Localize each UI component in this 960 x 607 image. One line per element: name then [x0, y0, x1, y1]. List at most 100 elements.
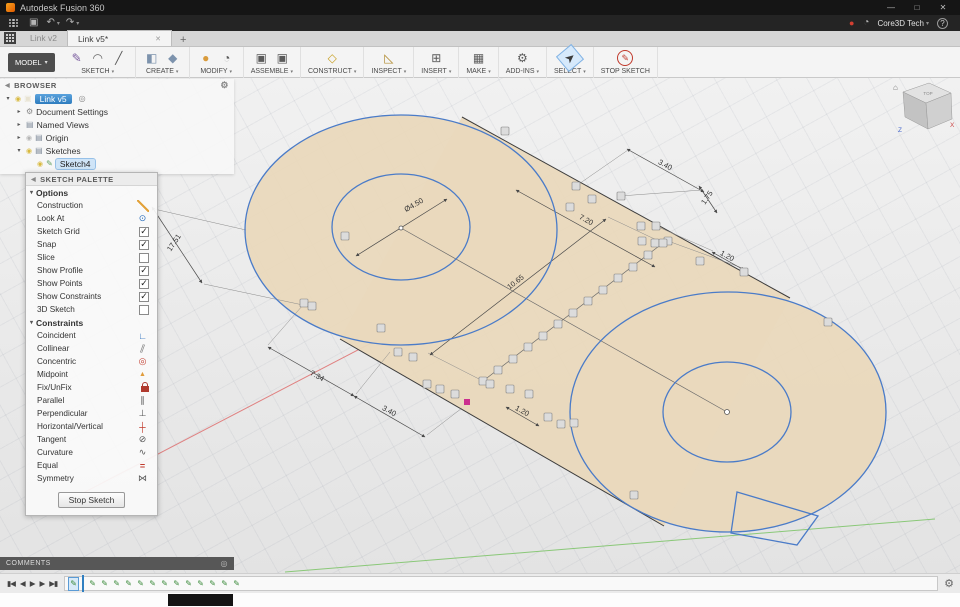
timeline-track[interactable]: ✎✎✎✎✎✎✎✎✎✎✎✎✎✎	[64, 576, 938, 591]
comments-bar[interactable]: COMMENTS ◎	[0, 557, 234, 570]
constraint-glyph[interactable]	[630, 491, 638, 499]
palette-row-concentric[interactable]: Concentric◎	[26, 355, 157, 368]
arc-icon[interactable]: ◠	[89, 49, 107, 67]
timeline-marker[interactable]: ✎	[232, 578, 241, 590]
browser-item-label[interactable]: Sketch4	[56, 159, 95, 169]
palette-collapse-icon[interactable]: ◀	[31, 176, 36, 183]
browser-item-link-v5[interactable]: ▾◉▣Link v5◎	[0, 92, 234, 105]
account-menu[interactable]: Core3D Tech	[877, 19, 924, 28]
timeline-marker[interactable]: ✎	[69, 578, 78, 590]
palette-row-midpoint[interactable]: Midpoint▲	[26, 368, 157, 381]
browser-item-sketches[interactable]: ▾◉▤Sketches	[0, 144, 234, 157]
job-status-icon[interactable]: ●	[849, 18, 854, 28]
component-icon[interactable]: ▣	[252, 49, 270, 67]
constraint-glyph[interactable]	[824, 318, 832, 326]
measure-icon[interactable]: ◺	[380, 49, 398, 67]
constraint-glyph[interactable]	[506, 385, 514, 393]
constraint-glyph[interactable]	[525, 390, 533, 398]
timeline-step-fwd-button[interactable]: ▶	[39, 579, 44, 588]
toolbar-group-inspect[interactable]: ◺INSPECT▾	[364, 47, 414, 78]
undo-caret-icon[interactable]: ▾	[57, 20, 60, 27]
sketch-icon[interactable]: ✎	[68, 49, 86, 67]
new-document-tab-button[interactable]: +	[172, 34, 194, 46]
timeline-marker[interactable]: ✎	[172, 578, 181, 590]
toolbar-group-stop-sketch[interactable]: ✎STOP SKETCH	[594, 47, 658, 78]
browser-item-label[interactable]: Origin	[46, 133, 69, 143]
timeline-marker[interactable]: ✎	[184, 578, 193, 590]
joint-icon[interactable]: ▣	[273, 49, 291, 67]
dimension-label[interactable]: 1.75	[699, 189, 715, 206]
toolbar-group-assemble[interactable]: ▣▣ASSEMBLE▾	[244, 47, 301, 78]
constraint-glyph[interactable]	[436, 385, 444, 393]
close-button[interactable]: ✕	[930, 0, 956, 15]
line2-icon[interactable]: ╱	[110, 49, 128, 67]
toolbar-group-modify[interactable]: ●◔MODIFY▾	[190, 47, 244, 78]
toolbar-group-select[interactable]: ➤SELECT▾	[547, 47, 594, 78]
palette-row-show-profile[interactable]: Show Profile	[26, 264, 157, 277]
constraint-glyph[interactable]	[300, 299, 308, 307]
concentric-icon[interactable]: ◎	[136, 356, 149, 367]
horizvert-icon[interactable]: ┼	[136, 422, 149, 432]
sketch-origin-point[interactable]	[464, 399, 470, 405]
palette-row-slice[interactable]: Slice	[26, 251, 157, 264]
save-button[interactable]: ▣	[29, 18, 38, 28]
constraint-glyph[interactable]	[638, 237, 646, 245]
timeline-marker[interactable]: ✎	[136, 578, 145, 590]
make-icon[interactable]: ▦	[470, 49, 488, 67]
constraint-glyph[interactable]	[544, 413, 552, 421]
redo-button[interactable]: ↷	[66, 18, 74, 28]
palette-row-symmetry[interactable]: Symmetry⋈	[26, 472, 157, 485]
palette-row-3d-sketch[interactable]: 3D Sketch	[26, 303, 157, 316]
comments-expand-icon[interactable]: ◎	[221, 559, 228, 568]
constraint-glyph[interactable]	[409, 353, 417, 361]
constraint-glyph[interactable]	[617, 192, 625, 200]
palette-row-curvature[interactable]: Curvature∿	[26, 446, 157, 459]
shell-icon[interactable]: ◔	[218, 49, 236, 67]
browser-item-document-settings[interactable]: ▸⚙Document Settings	[0, 105, 234, 118]
timeline-marker[interactable]: ✎	[88, 578, 97, 590]
visibility-bulb-icon[interactable]: ◉	[15, 95, 21, 103]
palette-row-parallel[interactable]: Parallel∥	[26, 394, 157, 407]
browser-item-label[interactable]: Document Settings	[36, 107, 108, 117]
tab-close-icon[interactable]: ✕	[145, 35, 161, 43]
constraint-glyph[interactable]	[569, 309, 577, 317]
constraint-glyph[interactable]	[377, 324, 385, 332]
help-button[interactable]: ?	[937, 18, 948, 29]
constraint-glyph[interactable]	[308, 302, 316, 310]
checkbox-show-points[interactable]	[139, 279, 149, 289]
checkbox-show-constraints[interactable]	[139, 292, 149, 302]
checkbox-show-profile[interactable]	[139, 266, 149, 276]
curvature-icon[interactable]: ∿	[136, 447, 149, 458]
center-point-right[interactable]	[725, 410, 730, 415]
constraint-glyph[interactable]	[451, 390, 459, 398]
toolbar-group-add-ins[interactable]: ⚙ADD-INS▾	[499, 47, 547, 78]
palette-row-show-points[interactable]: Show Points	[26, 277, 157, 290]
tab-link-v5[interactable]: Link v5* ✕	[67, 30, 172, 46]
browser-gear-icon[interactable]: ⚙	[220, 80, 229, 91]
constraint-glyph[interactable]	[566, 203, 574, 211]
constraint-glyph[interactable]	[651, 239, 659, 247]
palette-row-perpendicular[interactable]: Perpendicular⊥	[26, 407, 157, 420]
toolbar-group-create[interactable]: ◧◆CREATE▾	[136, 47, 190, 78]
collinear-icon[interactable]: ∥	[135, 341, 151, 356]
account-caret-icon[interactable]: ▾	[926, 20, 929, 27]
fillet-icon[interactable]: ●	[197, 49, 215, 67]
timeline-marker[interactable]: ✎	[160, 578, 169, 590]
redo-caret-icon[interactable]: ▾	[76, 20, 79, 27]
timeline-marker[interactable]: ✎	[148, 578, 157, 590]
constraint-glyph[interactable]	[341, 232, 349, 240]
palette-row-snap[interactable]: Snap	[26, 238, 157, 251]
constraint-glyph[interactable]	[644, 251, 652, 259]
constraint-glyph[interactable]	[652, 222, 660, 230]
midpoint-icon[interactable]: ▲	[136, 371, 149, 378]
constraint-glyph[interactable]	[637, 222, 645, 230]
notifications-icon[interactable]: ◔	[863, 18, 869, 28]
browser-item-named-views[interactable]: ▸▤Named Views	[0, 118, 234, 131]
center-point-left[interactable]	[399, 226, 403, 230]
undo-button[interactable]: ↶	[46, 18, 54, 28]
constraint-glyph[interactable]	[423, 380, 431, 388]
palette-row-equal[interactable]: Equal=	[26, 459, 157, 472]
timeline-marker[interactable]: ✎	[100, 578, 109, 590]
timeline-marker[interactable]: ✎	[112, 578, 121, 590]
toolbar-group-construct[interactable]: ◇CONSTRUCT▾	[301, 47, 364, 78]
